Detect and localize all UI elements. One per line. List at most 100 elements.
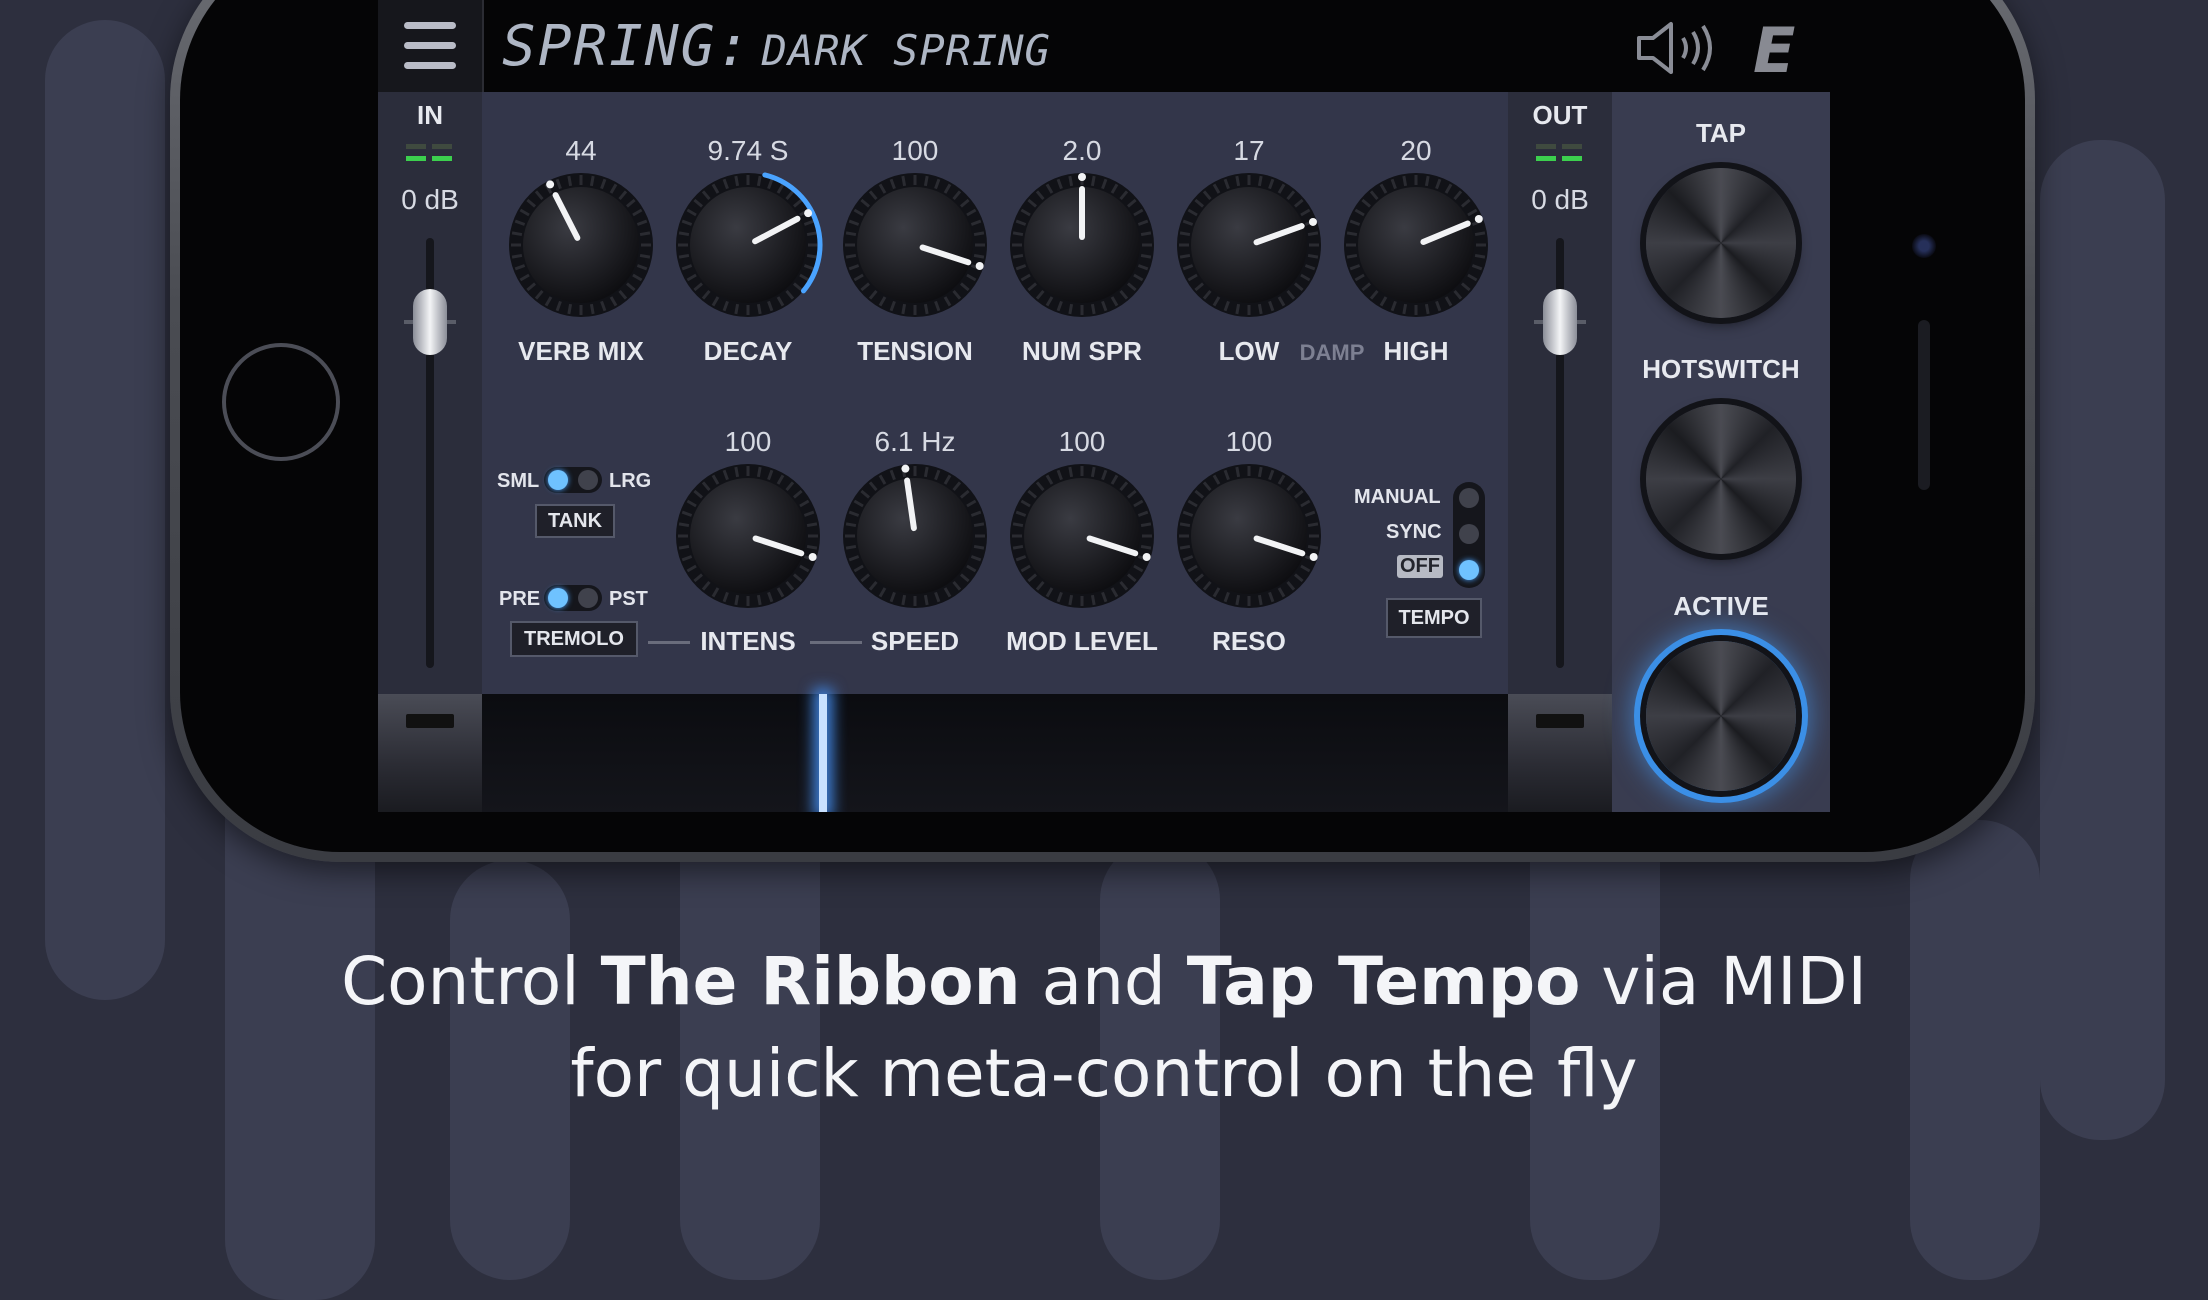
damp-high-value: 20 <box>1400 135 1432 166</box>
speed-connector <box>810 641 862 644</box>
active-label: ACTIVE <box>1673 591 1769 621</box>
tempo-off-dot[interactable] <box>1459 560 1479 580</box>
input-level: 0 dB <box>401 184 459 215</box>
caption-emphasis: Tap Tempo <box>1186 943 1581 1020</box>
hotswitch-footswitch[interactable] <box>1646 404 1796 554</box>
input-strip: IN 0 dB <box>378 92 482 694</box>
tremolo-button[interactable]: TREMOLO <box>510 621 638 657</box>
top-bar: SPRING: DARK SPRING E <box>378 0 1830 92</box>
tempo-selector[interactable] <box>1453 482 1485 588</box>
reso-label: RESO <box>1212 626 1286 656</box>
preset-name: DARK SPRING <box>761 26 1051 75</box>
tap-footswitch[interactable] <box>1646 168 1796 318</box>
the-ribbon[interactable] <box>482 694 1508 812</box>
num-spr-knob[interactable] <box>1007 170 1157 320</box>
speed-knob[interactable] <box>840 461 990 611</box>
damp-low-knob[interactable] <box>1174 170 1324 320</box>
input-label: IN <box>417 100 443 130</box>
output-fader-thumb[interactable] <box>1543 289 1577 355</box>
tank-lrg-label: LRG <box>609 470 652 492</box>
decay-knob[interactable] <box>673 170 823 320</box>
num-spr-label: NUM SPR <box>1022 336 1142 366</box>
marketing-caption: Control The Ribbon and Tap Tempo via MID… <box>0 936 2208 1120</box>
tempo-button[interactable]: TEMPO <box>1386 598 1482 638</box>
hamburger-icon <box>404 62 456 69</box>
active-footswitch[interactable] <box>1646 641 1796 791</box>
tempo-sync-dot[interactable] <box>1459 524 1479 544</box>
verb-mix-label: VERB MIX <box>518 336 644 366</box>
input-meter <box>406 156 426 161</box>
mod-level-label: MOD LEVEL <box>1006 626 1158 656</box>
intens-knob[interactable] <box>673 461 823 611</box>
damp-high-knob[interactable] <box>1341 170 1491 320</box>
damp-low-label: LOW <box>1218 336 1280 366</box>
hamburger-icon <box>404 22 456 29</box>
tremolo-pst-label: PST <box>609 588 648 610</box>
output-meter <box>1536 156 1556 161</box>
tank-toggle[interactable] <box>544 467 602 493</box>
tension-knob[interactable] <box>840 170 990 320</box>
tank-button[interactable]: TANK <box>535 504 615 538</box>
ribbon-position-marker <box>819 694 827 812</box>
tank-sml-label: SML <box>497 470 540 492</box>
damp-label: DAMP <box>1299 340 1365 365</box>
caption-line-2: for quick meta-control on the fly <box>570 1035 1638 1112</box>
caption-text: and <box>1020 943 1187 1020</box>
tremolo-toggle[interactable] <box>544 585 602 611</box>
ribbon-notch <box>1536 714 1584 728</box>
caption-text: Control <box>341 943 601 1020</box>
intens-value: 100 <box>724 426 772 457</box>
speed-value: 6.1 Hz <box>874 426 956 457</box>
tempo-manual-label: MANUAL <box>1354 486 1441 508</box>
app-screen: SPRING: DARK SPRING E IN 0 dB OUT 0 dB 4… <box>378 0 1830 812</box>
mod-level-value: 100 <box>1058 426 1106 457</box>
decay-value: 9.74 S <box>707 135 789 166</box>
brand-logo[interactable]: E <box>1753 14 1795 87</box>
ribbon-controller-row <box>378 694 1612 812</box>
verb-mix-knob[interactable] <box>506 170 656 320</box>
front-camera <box>1912 234 1936 258</box>
preset-category: SPRING: <box>502 14 753 79</box>
ribbon-left-end <box>378 694 482 812</box>
tempo-off-label: OFF <box>1397 555 1443 578</box>
output-meter <box>1562 144 1582 149</box>
mod-level-knob[interactable] <box>1007 461 1157 611</box>
output-meter <box>1562 156 1582 161</box>
tempo-sync-label: SYNC <box>1386 521 1442 543</box>
intens-label: INTENS <box>700 626 796 656</box>
input-meter <box>432 144 452 149</box>
caption-emphasis: The Ribbon <box>600 943 1021 1020</box>
output-label: OUT <box>1532 100 1588 130</box>
earpiece-speaker <box>1918 320 1930 490</box>
toggle-on-dot <box>548 588 568 608</box>
background-bar <box>45 20 165 1000</box>
footswitch-panel: TAP HOTSWITCH ACTIVE <box>1612 92 1830 812</box>
toggle-off-dot <box>578 588 598 608</box>
output-meter <box>1536 144 1556 149</box>
menu-button[interactable] <box>378 0 484 92</box>
input-meter <box>406 144 426 149</box>
preset-title[interactable]: SPRING: DARK SPRING <box>502 14 1051 79</box>
tremolo-pre-label: PRE <box>499 588 541 610</box>
caption-text: via MIDI <box>1580 943 1867 1020</box>
damp-low-value: 17 <box>1233 135 1265 166</box>
hamburger-icon <box>404 42 456 49</box>
output-strip: OUT 0 dB <box>1508 92 1612 694</box>
reso-knob[interactable] <box>1174 461 1324 611</box>
input-fader-thumb[interactable] <box>413 289 447 355</box>
ribbon-right-end <box>1508 694 1612 812</box>
input-meter <box>432 156 452 161</box>
intens-connector <box>648 641 690 644</box>
home-button <box>222 343 340 461</box>
decay-label: DECAY <box>703 336 793 366</box>
output-level: 0 dB <box>1531 184 1589 215</box>
verb-mix-value: 44 <box>565 135 597 166</box>
damp-high-label: HIGH <box>1383 336 1449 366</box>
tap-label: TAP <box>1695 118 1747 148</box>
tempo-manual-dot[interactable] <box>1459 488 1479 508</box>
hotswitch-label: HOTSWITCH <box>1642 354 1800 384</box>
tension-value: 100 <box>891 135 939 166</box>
reso-value: 100 <box>1225 426 1273 457</box>
speaker-icon[interactable] <box>1633 20 1719 76</box>
toggle-on-dot <box>548 470 568 490</box>
